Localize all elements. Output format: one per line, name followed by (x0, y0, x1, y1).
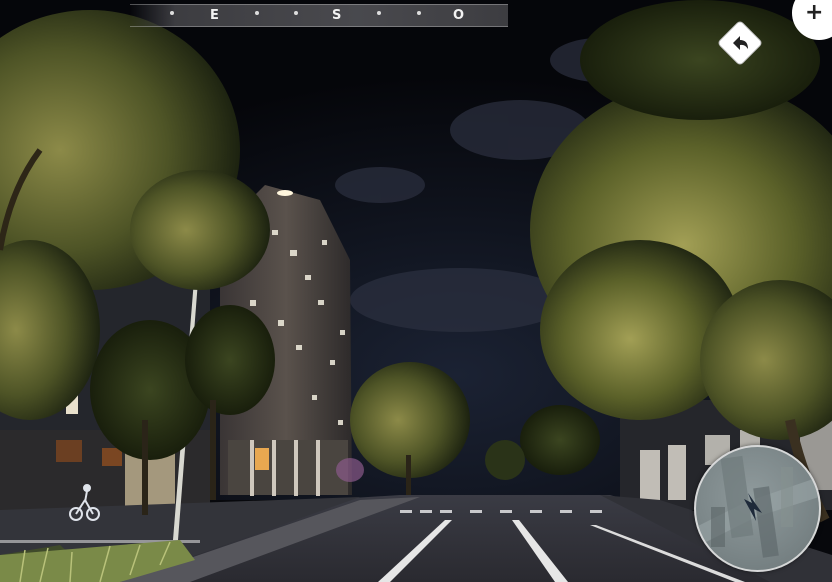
compass-heading-s: S (332, 8, 342, 23)
minimap[interactable] (694, 445, 821, 572)
compass-bar: E S O (130, 4, 508, 27)
compass-heading-o: O (453, 8, 465, 23)
compass-tick (417, 11, 421, 15)
compass-heading-e: E (210, 8, 219, 23)
back-button[interactable] (716, 19, 764, 67)
compass-tick (294, 11, 298, 15)
compass-tick (170, 11, 174, 15)
add-button-label: + (805, 0, 824, 25)
compass-tick (377, 11, 381, 15)
compass-tick (255, 11, 259, 15)
back-arrow-icon (718, 21, 762, 65)
